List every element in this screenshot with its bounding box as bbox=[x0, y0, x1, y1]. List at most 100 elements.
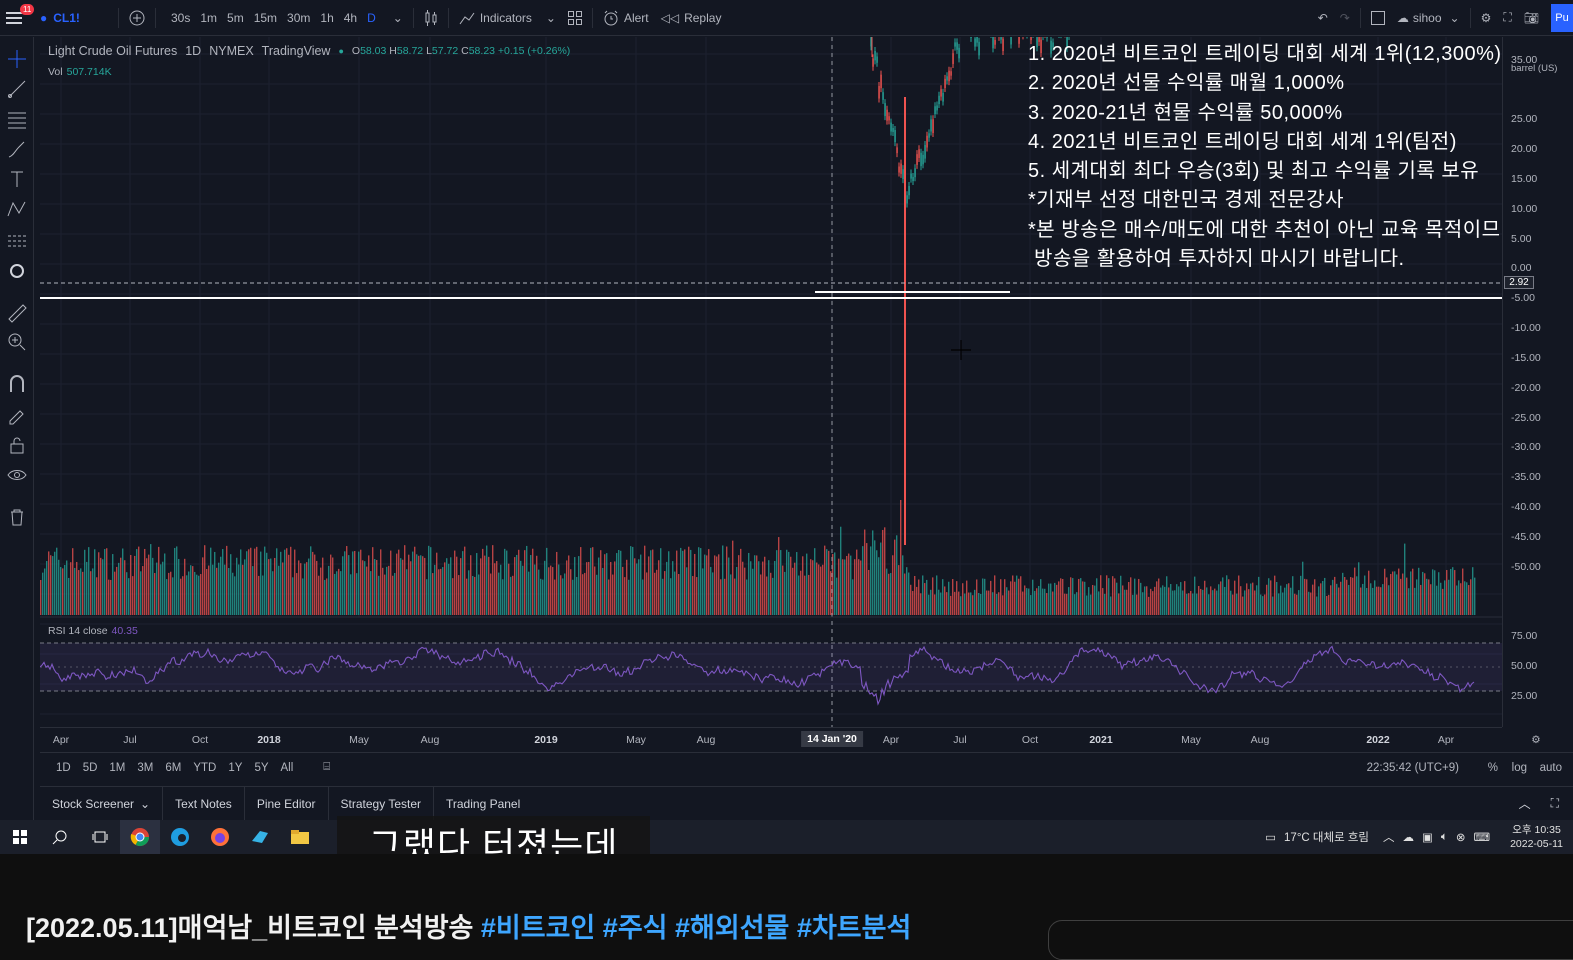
range-5y[interactable]: 5Y bbox=[248, 762, 274, 774]
range-6m[interactable]: 6M bbox=[159, 762, 187, 774]
log-toggle[interactable]: log bbox=[1512, 762, 1527, 774]
volume-bar bbox=[952, 579, 954, 615]
explorer-taskbar-button[interactable] bbox=[280, 820, 320, 854]
menu-button[interactable]: 11 bbox=[0, 0, 35, 36]
timeframe-1h[interactable]: 1h bbox=[315, 11, 338, 25]
tab-pine-editor[interactable]: Pine Editor bbox=[245, 786, 329, 821]
text-icon[interactable] bbox=[5, 167, 29, 191]
volume-bar bbox=[470, 555, 472, 615]
indicators-button[interactable]: Indicators ⌄ bbox=[453, 0, 562, 36]
range-3m[interactable]: 3M bbox=[131, 762, 159, 774]
auto-toggle[interactable]: auto bbox=[1540, 762, 1562, 774]
redo-button[interactable]: ↷ bbox=[1334, 0, 1356, 36]
replay-button[interactable]: ◁◁ Replay bbox=[655, 0, 728, 36]
timeframe-group: 30s 1m 5m 15m 30m 1h 4h D bbox=[160, 0, 387, 36]
timeframe-30s[interactable]: 30s bbox=[166, 11, 195, 25]
volume-bar bbox=[482, 548, 484, 615]
volume-bar bbox=[866, 543, 868, 615]
undo-button[interactable]: ↶ bbox=[1312, 0, 1334, 36]
range-1y[interactable]: 1Y bbox=[222, 762, 248, 774]
chevron-up-icon[interactable]: ︿ bbox=[1519, 795, 1531, 812]
search-button[interactable] bbox=[40, 820, 80, 854]
range-1d[interactable]: 1D bbox=[50, 762, 77, 774]
magnet-icon[interactable] bbox=[5, 372, 29, 396]
time-axis[interactable]: Apr Jul Oct 2018 May Aug 2019 May Aug Apr Jul Oct 20… bbox=[40, 727, 1541, 751]
volume-bar bbox=[1434, 570, 1436, 615]
tab-text-notes[interactable]: Text Notes bbox=[163, 786, 245, 821]
volume-bar bbox=[1094, 585, 1096, 615]
weather-icon[interactable]: ▭ bbox=[1265, 830, 1276, 844]
range-5d[interactable]: 5D bbox=[77, 762, 104, 774]
volume-bar bbox=[794, 562, 796, 615]
volume-bar bbox=[1118, 593, 1120, 615]
chrome-taskbar-button[interactable] bbox=[120, 820, 160, 854]
timeframe-5m[interactable]: 5m bbox=[222, 11, 249, 25]
firefox-taskbar-button[interactable] bbox=[200, 820, 240, 854]
timeframe-4h[interactable]: 4h bbox=[339, 11, 362, 25]
timeframe-15m[interactable]: 15m bbox=[249, 11, 282, 25]
taskbar-clock[interactable]: 오후 10:35 2022-05-11 bbox=[1510, 823, 1563, 851]
settings-button[interactable]: ⚙ bbox=[1475, 0, 1498, 36]
zoom-in-icon[interactable] bbox=[5, 330, 29, 354]
percent-toggle[interactable]: % bbox=[1488, 762, 1498, 774]
chart-type-button[interactable] bbox=[418, 0, 444, 36]
alert-button[interactable]: Alert bbox=[597, 0, 655, 36]
publish-button[interactable]: Pu bbox=[1551, 4, 1573, 32]
timeframe-D[interactable]: D bbox=[362, 11, 381, 25]
weather-text[interactable]: 17°C 대체로 흐림 bbox=[1284, 829, 1369, 845]
fib-icon[interactable] bbox=[5, 107, 29, 131]
user-layout-button[interactable]: ☁ sihoo ⌄ bbox=[1391, 0, 1466, 36]
range-ytd[interactable]: YTD bbox=[187, 762, 222, 774]
info-card[interactable] bbox=[1048, 920, 1573, 960]
symbol-search-button[interactable]: ● CL1! bbox=[34, 0, 114, 36]
timeframe-1m[interactable]: 1m bbox=[195, 11, 222, 25]
range-all[interactable]: All bbox=[275, 762, 300, 774]
hashtag-link[interactable]: #차트분석 bbox=[797, 913, 911, 943]
volume-bar bbox=[262, 575, 264, 615]
cursor-date-label: 14 Jan '20 bbox=[801, 731, 863, 747]
volume-bar bbox=[142, 566, 144, 615]
cloud-icon[interactable]: ☁ bbox=[1403, 830, 1415, 844]
interval-dropdown[interactable]: ⌄ bbox=[387, 0, 409, 36]
volume-bar bbox=[1090, 594, 1092, 615]
templates-button[interactable] bbox=[562, 0, 588, 36]
maximize-icon[interactable]: ⛶ bbox=[1551, 796, 1559, 811]
network-icon[interactable]: ▣ bbox=[1422, 830, 1433, 844]
timeframe-30m[interactable]: 30m bbox=[282, 11, 315, 25]
app-taskbar-button[interactable] bbox=[240, 820, 280, 854]
eye-icon[interactable] bbox=[5, 463, 29, 487]
crosshair-icon[interactable] bbox=[5, 47, 29, 71]
clock[interactable]: 22:35:42 (UTC+9) bbox=[1367, 762, 1459, 774]
trend-line-icon[interactable] bbox=[5, 77, 29, 101]
layout-button[interactable] bbox=[1365, 0, 1391, 36]
chevron-up-icon[interactable]: ︿ bbox=[1383, 829, 1395, 845]
compare-button[interactable] bbox=[123, 0, 151, 36]
screenshot-button[interactable]: 📷︎ bbox=[1518, 0, 1545, 36]
start-button[interactable] bbox=[0, 820, 40, 854]
keyboard-icon[interactable]: ⌨ bbox=[1473, 830, 1490, 844]
range-1m[interactable]: 1M bbox=[103, 762, 131, 774]
axis-settings-icon[interactable]: ⚙ bbox=[1531, 734, 1540, 746]
lock-icon[interactable] bbox=[5, 433, 29, 457]
volume-bar bbox=[420, 555, 422, 615]
ruler-icon[interactable] bbox=[5, 301, 29, 325]
brush-icon[interactable] bbox=[5, 137, 29, 161]
volume-bar bbox=[782, 565, 784, 615]
edge-taskbar-button[interactable] bbox=[160, 820, 200, 854]
lock-drawings-icon[interactable] bbox=[5, 402, 29, 426]
volume-bar bbox=[976, 579, 978, 615]
prediction-icon[interactable] bbox=[5, 229, 29, 253]
close-circle-icon[interactable]: ⊗ bbox=[1456, 830, 1466, 844]
hashtag-link[interactable]: #주식 bbox=[603, 913, 668, 943]
hashtag-link[interactable]: #비트코인 bbox=[481, 913, 595, 943]
tab-stock-screener[interactable]: Stock Screener ⌄ bbox=[40, 786, 164, 821]
task-view-button[interactable] bbox=[80, 820, 120, 854]
hashtag-link[interactable]: #해외선물 bbox=[675, 913, 789, 943]
fullscreen-button[interactable]: ⛶ bbox=[1497, 0, 1517, 36]
pattern-icon[interactable] bbox=[5, 197, 29, 221]
goto-date-icon[interactable]: ⌸ bbox=[323, 761, 330, 774]
volume-icon[interactable]: 🔈︎ bbox=[1441, 831, 1448, 844]
trash-icon[interactable] bbox=[5, 505, 29, 529]
circle-shape-icon[interactable] bbox=[5, 259, 29, 283]
volume-bar bbox=[802, 556, 804, 615]
